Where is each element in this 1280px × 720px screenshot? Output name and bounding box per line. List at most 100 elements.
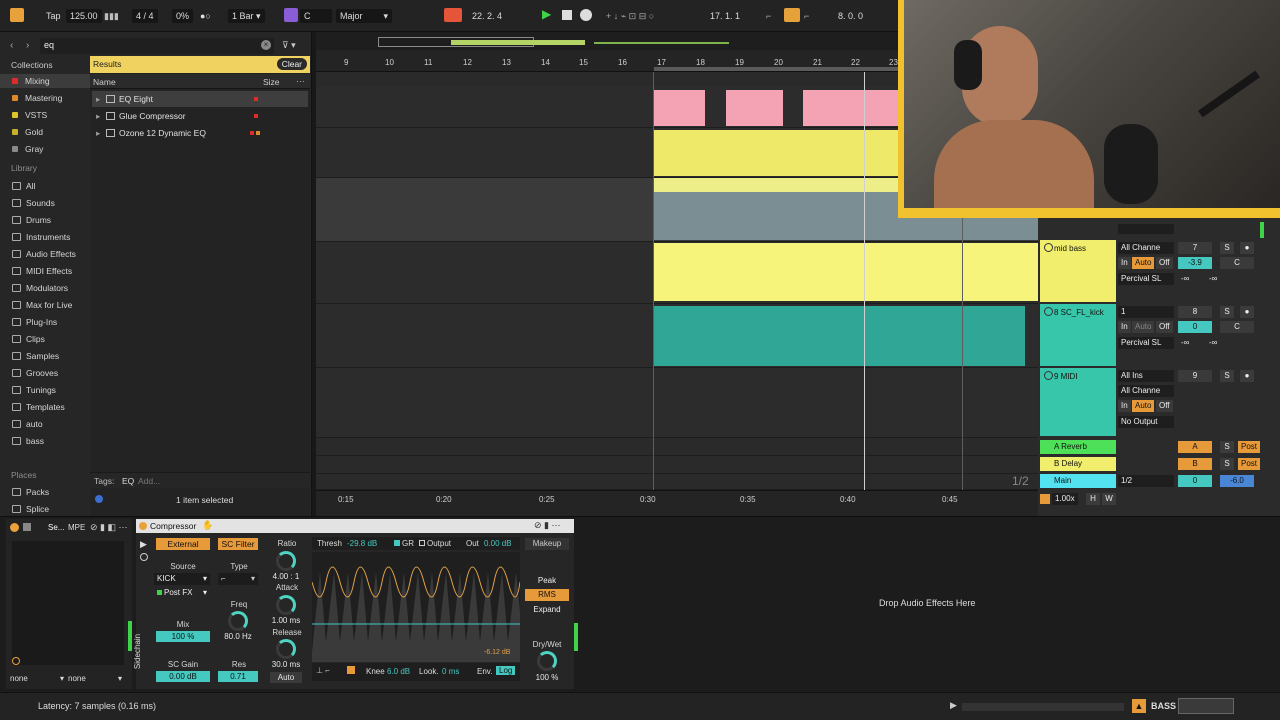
- monitor-in-button[interactable]: In: [1118, 257, 1131, 269]
- arm-button[interactable]: ●: [1240, 242, 1254, 254]
- return-track-reverb[interactable]: A Reverb: [1040, 440, 1116, 454]
- punch-out-icon[interactable]: ⌐: [804, 9, 809, 23]
- monitor-auto-button[interactable]: Auto: [1132, 257, 1155, 269]
- monitor-off-button[interactable]: Off: [1156, 400, 1173, 412]
- drop-zone[interactable]: Drop Audio Effects Here: [879, 598, 975, 608]
- punch-in-icon[interactable]: ⌐: [766, 9, 771, 23]
- main-track[interactable]: Main: [1040, 474, 1116, 488]
- library-item-auto[interactable]: auto: [12, 417, 43, 431]
- monitor-in-button[interactable]: In: [1118, 321, 1131, 333]
- device-title[interactable]: Se...: [48, 523, 64, 532]
- release-knob[interactable]: [276, 639, 296, 659]
- output-menu[interactable]: Percival SL: [1118, 337, 1174, 349]
- drywet-knob[interactable]: [537, 651, 557, 671]
- clear-button[interactable]: Clear: [276, 58, 307, 70]
- ratio-knob[interactable]: [276, 551, 296, 571]
- env-log-button[interactable]: Log: [496, 666, 516, 675]
- live-logo-icon[interactable]: [10, 8, 24, 22]
- loop-start-field[interactable]: 17. 1. 1: [710, 9, 740, 23]
- release-value[interactable]: 30.0 ms: [266, 660, 306, 669]
- monitor-off-button[interactable]: Off: [1156, 321, 1173, 333]
- arm-button[interactable]: ●: [1240, 370, 1254, 382]
- w-button[interactable]: W: [1102, 493, 1116, 505]
- library-item-drums[interactable]: Drums: [12, 213, 51, 227]
- monitor-auto-button[interactable]: Auto: [1132, 400, 1155, 412]
- hand-icon[interactable]: ✋: [202, 520, 213, 531]
- record-icon[interactable]: [580, 9, 592, 21]
- select-none-2[interactable]: none ▾: [68, 673, 124, 685]
- return-a-post[interactable]: Post: [1238, 441, 1261, 453]
- compressor-title[interactable]: Compressor: [150, 521, 196, 531]
- midi-to-menu[interactable]: No Output: [1118, 416, 1174, 428]
- freq-value[interactable]: 80.0 Hz: [218, 632, 258, 641]
- freq-knob[interactable]: [228, 611, 248, 631]
- send-b-field[interactable]: -∞: [1206, 337, 1230, 349]
- arm-button[interactable]: ●: [1240, 306, 1254, 318]
- filter-type-menu[interactable]: ⌐ ▾: [218, 573, 258, 585]
- return-b-post[interactable]: Post: [1238, 458, 1261, 470]
- output-menu[interactable]: Percival SL: [1118, 273, 1174, 285]
- ratio-value[interactable]: 4.00 : 1: [266, 572, 306, 581]
- gr-toggle[interactable]: GR: [394, 539, 414, 548]
- tag-add[interactable]: Add...: [138, 476, 160, 486]
- result-row-ozone-12[interactable]: ▸ Ozone 12 Dynamic EQ: [92, 125, 308, 141]
- library-item-templates[interactable]: Templates: [12, 400, 65, 414]
- mpe-label[interactable]: MPE: [68, 523, 85, 532]
- song-position-field[interactable]: 22. 2. 4: [472, 9, 502, 23]
- search-input[interactable]: eq: [44, 40, 54, 50]
- clear-search-icon[interactable]: ×: [261, 40, 271, 50]
- device-options-icon[interactable]: ⊘ ▮ ◧ ⋯: [90, 522, 128, 533]
- library-item-samples[interactable]: Samples: [12, 349, 59, 363]
- device-options-icon[interactable]: ⊘ ▮ ⋯: [534, 520, 561, 531]
- metronome-icon[interactable]: ▮▮▮: [104, 9, 119, 23]
- follow-icon[interactable]: ●○: [200, 9, 211, 23]
- library-item-clips[interactable]: Clips: [12, 332, 45, 346]
- scale-mode-icon[interactable]: [284, 8, 298, 22]
- track-lane-midi[interactable]: [316, 368, 1038, 438]
- peak-button[interactable]: Peak: [525, 575, 569, 587]
- cue-volume-field[interactable]: 0: [1178, 475, 1212, 487]
- stop-icon[interactable]: [562, 10, 572, 20]
- size-column-header[interactable]: Size: [263, 77, 280, 87]
- main-volume-field[interactable]: -6.0: [1220, 475, 1254, 487]
- zoom-icon[interactable]: [1040, 494, 1050, 504]
- send-a-field[interactable]: -∞: [1178, 337, 1202, 349]
- name-column-header[interactable]: Name: [93, 77, 116, 87]
- library-item-audio-effects[interactable]: Audio Effects: [12, 247, 76, 261]
- graph-mode-icons[interactable]: ⊥ ⌐: [316, 666, 330, 675]
- volume-field[interactable]: 0: [1178, 321, 1212, 333]
- time-ruler[interactable]: 0:15 0:20 0:25 0:30 0:35 0:40 0:45: [316, 490, 1038, 516]
- track-lane-main[interactable]: [316, 474, 1038, 490]
- expand-button[interactable]: Expand: [525, 604, 569, 616]
- sidechain-listen-icon[interactable]: [140, 553, 148, 561]
- track-lane-reverb[interactable]: [316, 438, 1038, 456]
- h-button[interactable]: H: [1086, 493, 1100, 505]
- preview-icon[interactable]: [95, 495, 103, 503]
- expand-arrow-icon[interactable]: ▸: [96, 125, 102, 141]
- select-none-1[interactable]: none ▾: [10, 673, 66, 685]
- output-toggle[interactable]: Output: [419, 539, 451, 548]
- library-item-modulators[interactable]: Modulators: [12, 281, 68, 295]
- scale-menu[interactable]: Major ▾: [336, 9, 392, 23]
- lookahead-icon[interactable]: [347, 666, 355, 674]
- midi-from-menu[interactable]: All Ins: [1118, 370, 1174, 382]
- audio-clip-vox[interactable]: [726, 90, 783, 126]
- overdub-icons[interactable]: + ↓ ⌁ ⊡ ⊟ ○: [606, 9, 654, 23]
- main-tempo-division[interactable]: 1/2: [1118, 475, 1174, 487]
- arrangement-record-icon[interactable]: [444, 8, 462, 22]
- volume-field[interactable]: -3.9: [1178, 257, 1212, 269]
- rms-button[interactable]: RMS: [525, 589, 569, 601]
- device-power-icon[interactable]: [139, 522, 147, 530]
- result-row-eq-eight[interactable]: ▸ EQ Eight: [92, 91, 308, 107]
- sc-gain-field[interactable]: 0.00 dB: [156, 671, 210, 682]
- page-indicator[interactable]: 1/2: [1012, 474, 1029, 488]
- pan-field[interactable]: C: [1220, 321, 1254, 333]
- solo-button[interactable]: S: [1220, 306, 1234, 318]
- sidechain-toggle-icon[interactable]: ▶: [140, 539, 147, 550]
- return-track-delay[interactable]: B Delay: [1040, 457, 1116, 471]
- library-item-instruments[interactable]: Instruments: [12, 230, 70, 244]
- thresh-value[interactable]: -29.8 dB: [347, 539, 377, 548]
- sc-filter-button[interactable]: SC Filter: [218, 538, 258, 550]
- library-item-grooves[interactable]: Grooves: [12, 366, 58, 380]
- input-channel-menu[interactable]: 1: [1118, 306, 1174, 318]
